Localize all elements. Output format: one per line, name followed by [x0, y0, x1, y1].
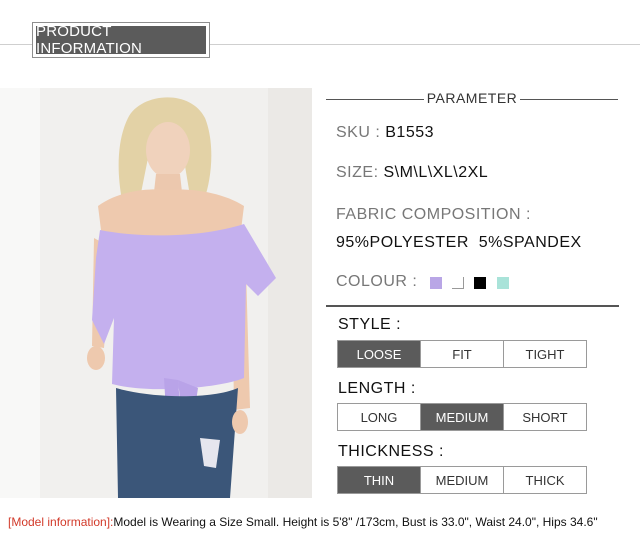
length-option-short[interactable]: SHORT: [504, 404, 586, 430]
parameter-heading: PARAMETER: [326, 88, 618, 112]
size-row: SIZE: S\M\L\XL\2XL: [336, 164, 488, 182]
size-value: S\M\L\XL\2XL: [383, 164, 489, 181]
style-selector: LOOSE FIT TIGHT: [337, 340, 587, 368]
thickness-label: THICKNESS :: [338, 443, 444, 460]
colour-swatch-mint[interactable]: [497, 277, 509, 289]
fabric-label-row: FABRIC COMPOSITION :: [336, 206, 531, 224]
model-information-label: [Model information]:: [8, 515, 114, 529]
model-information-text: Model is Wearing a Size Small. Height is…: [113, 515, 598, 529]
length-selector: LONG MEDIUM SHORT: [337, 403, 587, 431]
model-information: [Model information]:Model is Wearing a S…: [8, 515, 638, 529]
fabric-label: FABRIC COMPOSITION :: [336, 206, 531, 223]
colour-label: COLOUR :: [336, 273, 418, 290]
colour-swatch-black[interactable]: [474, 277, 486, 289]
length-label: LENGTH :: [338, 380, 416, 397]
thickness-option-medium[interactable]: MEDIUM: [421, 467, 504, 493]
sku-label: SKU :: [336, 124, 381, 141]
sku-row: SKU : B1553: [336, 124, 434, 142]
size-label: SIZE:: [336, 164, 379, 181]
fabric-value-row: 95%POLYESTER 5%SPANDEX: [336, 234, 582, 252]
style-option-loose[interactable]: LOOSE: [338, 341, 421, 367]
thickness-option-thin[interactable]: THIN: [338, 467, 421, 493]
length-option-long[interactable]: LONG: [338, 404, 421, 430]
thickness-selector: THIN MEDIUM THICK: [337, 466, 587, 494]
style-option-fit[interactable]: FIT: [421, 341, 504, 367]
style-option-tight[interactable]: TIGHT: [504, 341, 586, 367]
product-photo: [0, 88, 312, 498]
colour-row: COLOUR :: [336, 273, 417, 291]
section-divider: [326, 305, 619, 307]
sku-value: B1553: [385, 124, 435, 141]
parameter-line-right: [520, 99, 618, 100]
style-label: STYLE :: [338, 316, 402, 333]
thickness-option-thick[interactable]: THICK: [504, 467, 586, 493]
length-option-medium[interactable]: MEDIUM: [421, 404, 504, 430]
product-information-title: PRODUCT INFORMATION: [36, 23, 206, 57]
fabric-value: 95%POLYESTER 5%SPANDEX: [336, 234, 582, 251]
colour-swatch-white[interactable]: [452, 277, 464, 289]
parameter-title: PARAMETER: [426, 90, 518, 106]
product-information-badge: PRODUCT INFORMATION: [32, 22, 210, 58]
colour-swatch-lilac[interactable]: [430, 277, 442, 289]
